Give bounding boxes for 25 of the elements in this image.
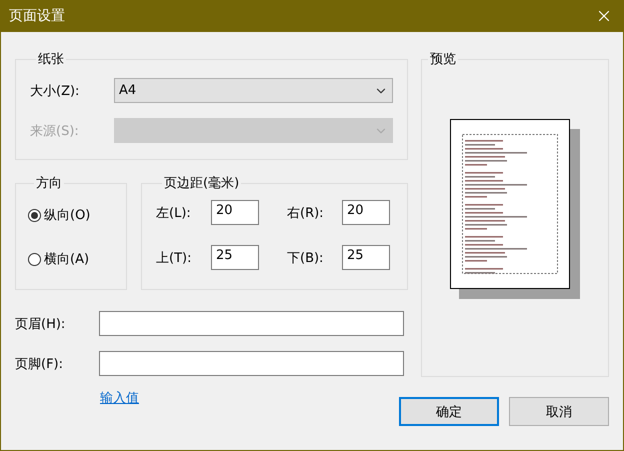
field-label: 左(L): — [156, 204, 192, 222]
input-field[interactable]: 20 — [211, 200, 259, 225]
field-label: 大小(Z): — [30, 82, 80, 100]
field-label: 来源(S): — [30, 122, 80, 140]
input-field[interactable] — [99, 351, 404, 376]
radio-option[interactable]: 横向(A) — [28, 250, 114, 268]
input-field[interactable]: 25 — [342, 245, 390, 270]
group-title: 纸张 — [37, 51, 65, 68]
field-label: 右(R): — [287, 204, 325, 222]
group-title: 页边距(毫米) — [163, 175, 240, 192]
group-title: 方向 — [35, 175, 63, 192]
radio-option[interactable]: 纵向(O) — [28, 206, 114, 224]
ok-button[interactable]: 确定 — [399, 397, 499, 426]
input-value-link[interactable]: 输入值 — [100, 389, 139, 407]
input-field[interactable] — [99, 311, 404, 336]
window-title: 页面设置 — [9, 7, 65, 25]
input-field[interactable]: 20 — [342, 200, 390, 225]
field-label: 上(T): — [156, 250, 192, 266]
cancel-button[interactable]: 取消 — [509, 397, 609, 426]
group-title: 预览 — [429, 51, 457, 68]
field-label: 下(B): — [287, 250, 324, 266]
dropdown[interactable]: A4 — [114, 78, 393, 103]
field-label: 页眉(H): — [15, 316, 66, 332]
input-field[interactable]: 25 — [211, 245, 259, 270]
field-label: 页脚(F): — [15, 356, 64, 372]
